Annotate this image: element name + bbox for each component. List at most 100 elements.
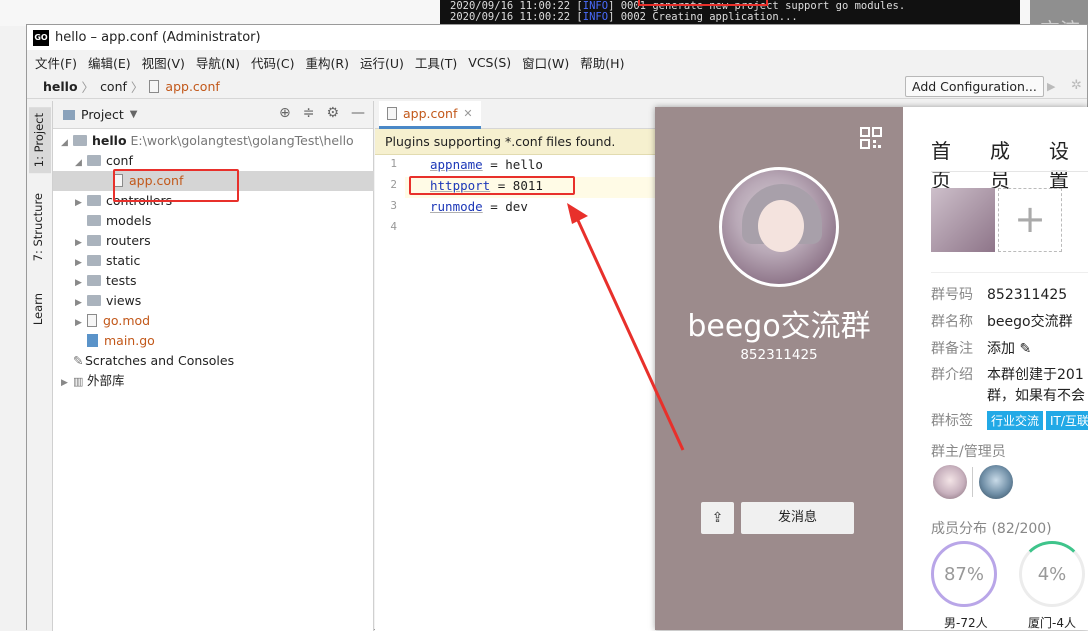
- editor-tab-bar: app.conf ✕: [375, 101, 656, 129]
- chevron-right-icon[interactable]: ▶: [61, 373, 73, 393]
- share-button[interactable]: ⇪: [701, 502, 734, 534]
- terminal-line: 2020/09/16 11:00:22 [INFO] 0002 Creating…: [450, 11, 798, 23]
- add-photo-button[interactable]: +: [998, 188, 1062, 252]
- close-icon[interactable]: ✕: [463, 107, 472, 120]
- menu-help[interactable]: 帮助(H): [580, 53, 624, 72]
- code-line[interactable]: runmode = dev: [430, 199, 528, 214]
- divider: [972, 467, 973, 497]
- divider: [931, 272, 1088, 273]
- tree-item-models[interactable]: models: [53, 211, 374, 231]
- editor-panel: app.conf ✕ Plugins supporting *.conf fil…: [375, 101, 656, 631]
- tab-divider: [931, 171, 1088, 172]
- tab-structure[interactable]: 7: Structure: [31, 193, 45, 261]
- expand-arrow-icon[interactable]: ◢: [75, 153, 87, 173]
- menu-file[interactable]: 文件(F): [35, 53, 77, 72]
- terminal-window-background: 2020/09/16 11:00:22 [INFO] 0001 generate…: [440, 0, 1020, 24]
- group-avatar[interactable]: [719, 167, 839, 287]
- tree-root[interactable]: ◢ hello E:\work\golangtest\golangTest\hel…: [53, 131, 374, 151]
- library-icon: ▥: [73, 375, 84, 388]
- collapse-icon[interactable]: ≑: [303, 105, 315, 121]
- tab-project[interactable]: 1: Project: [29, 107, 51, 174]
- annotation-box: [113, 169, 239, 202]
- tree-item-conf[interactable]: ◢ conf: [53, 151, 374, 171]
- tree-item-tests[interactable]: ▶ tests: [53, 271, 374, 291]
- folder-icon: [87, 295, 101, 306]
- menu-vcs[interactable]: VCS(S): [468, 55, 511, 70]
- chevron-right-icon[interactable]: ▶: [75, 293, 87, 313]
- minimize-icon[interactable]: —: [351, 105, 365, 121]
- tab-app-conf[interactable]: app.conf ✕: [379, 101, 481, 129]
- breadcrumb: hello 〉 conf 〉 app.conf Add Configuratio…: [27, 74, 1087, 99]
- menu-window[interactable]: 窗口(W): [522, 53, 569, 72]
- city-ratio-ring[interactable]: 4%: [1019, 541, 1085, 607]
- file-icon: [149, 79, 160, 93]
- edit-icon[interactable]: ✎: [1019, 341, 1031, 357]
- folder-icon: [87, 235, 101, 246]
- breadcrumb-folder[interactable]: conf: [100, 79, 127, 94]
- folder-icon: [63, 109, 75, 120]
- group-profile-details: 首页 成员 设置 + 群号码 852311425 群名称 beego交流群 群备注添…: [903, 107, 1088, 630]
- group-name: beego交流群: [687, 309, 871, 344]
- folder-icon: [87, 275, 101, 286]
- member-distribution-title: 成员分布 (82/200): [931, 521, 1052, 537]
- gender-ratio-ring[interactable]: 87%: [931, 541, 997, 607]
- code-line[interactable]: appname = hello: [430, 157, 543, 172]
- chevron-right-icon: 〉: [81, 79, 95, 95]
- menu-navigate[interactable]: 导航(N): [196, 53, 240, 72]
- goland-logo-icon: GO: [33, 29, 49, 46]
- line-number: 3: [390, 199, 397, 212]
- tree-item-routers[interactable]: ▶ routers: [53, 231, 374, 251]
- chevron-right-icon[interactable]: ▶: [75, 313, 87, 333]
- tree-item-static[interactable]: ▶ static: [53, 251, 374, 271]
- breadcrumb-file[interactable]: app.conf: [165, 79, 219, 94]
- project-panel-title[interactable]: Project: [81, 107, 124, 122]
- group-photo[interactable]: [931, 188, 995, 252]
- menu-edit[interactable]: 编辑(E): [88, 53, 131, 72]
- expand-arrow-icon[interactable]: ◢: [61, 133, 73, 153]
- menu-refactor[interactable]: 重构(R): [306, 53, 349, 72]
- add-configuration-button[interactable]: Add Configuration...: [905, 76, 1044, 97]
- chevron-down-icon[interactable]: ▼: [130, 109, 138, 120]
- debug-icon[interactable]: ✲: [1071, 78, 1082, 93]
- avatar[interactable]: [933, 465, 967, 499]
- breadcrumb-project[interactable]: hello: [43, 79, 78, 94]
- title-bar[interactable]: GO hello – app.conf (Administrator): [27, 25, 1087, 50]
- chevron-right-icon[interactable]: ▶: [75, 253, 87, 273]
- tree-item-views[interactable]: ▶ views: [53, 291, 374, 311]
- go-file-icon: [87, 334, 98, 347]
- tree-item-go-mod[interactable]: ▶ go.mod: [53, 311, 374, 331]
- avatar[interactable]: [979, 465, 1013, 499]
- group-number: 852311425: [740, 347, 818, 363]
- annotation-box: [638, 0, 768, 6]
- folder-icon: [87, 255, 101, 266]
- menu-run[interactable]: 运行(U): [360, 53, 404, 72]
- menu-view[interactable]: 视图(V): [142, 53, 185, 72]
- line-number: 2: [390, 178, 397, 191]
- project-panel-header: Project ▼ ⊕ ≑ ⚙ —: [53, 101, 373, 129]
- tool-window-strip: 1: Project 7: Structure Learn: [27, 101, 53, 631]
- tree-item-scratches[interactable]: ✎ Scratches and Consoles: [53, 351, 374, 371]
- gear-icon[interactable]: ⚙: [326, 105, 339, 121]
- send-message-button[interactable]: 发消息: [741, 502, 854, 534]
- chevron-right-icon[interactable]: ▶: [75, 273, 87, 293]
- info-group-tags: 群标签 行业交流 IT/互联: [931, 410, 1088, 430]
- file-icon: [387, 107, 397, 120]
- menu-tools[interactable]: 工具(T): [415, 53, 457, 72]
- admins-title: 群主/管理员: [931, 444, 1006, 460]
- qr-code-icon[interactable]: [860, 127, 882, 149]
- info-group-remark[interactable]: 群备注 添加 ✎: [931, 338, 1031, 358]
- chevron-right-icon[interactable]: ▶: [75, 233, 87, 253]
- tag-badge[interactable]: 行业交流: [987, 411, 1044, 430]
- chevron-right-icon[interactable]: ▶: [75, 193, 87, 213]
- tree-item-main-go[interactable]: main.go: [53, 331, 374, 351]
- locate-icon[interactable]: ⊕: [279, 105, 291, 121]
- tab-learn[interactable]: Learn: [31, 293, 45, 325]
- group-profile-header: beego交流群 852311425 ⇪ 发消息: [655, 107, 903, 630]
- tree-item-external-libraries[interactable]: ▶ ▥ 外部库: [53, 371, 374, 391]
- folder-icon: [73, 135, 87, 146]
- annotation-box: [409, 176, 575, 195]
- menu-code[interactable]: 代码(C): [251, 53, 294, 72]
- tag-badge[interactable]: IT/互联: [1046, 411, 1088, 430]
- run-icon[interactable]: ▶: [1047, 80, 1055, 93]
- scratches-icon: ✎: [73, 353, 84, 368]
